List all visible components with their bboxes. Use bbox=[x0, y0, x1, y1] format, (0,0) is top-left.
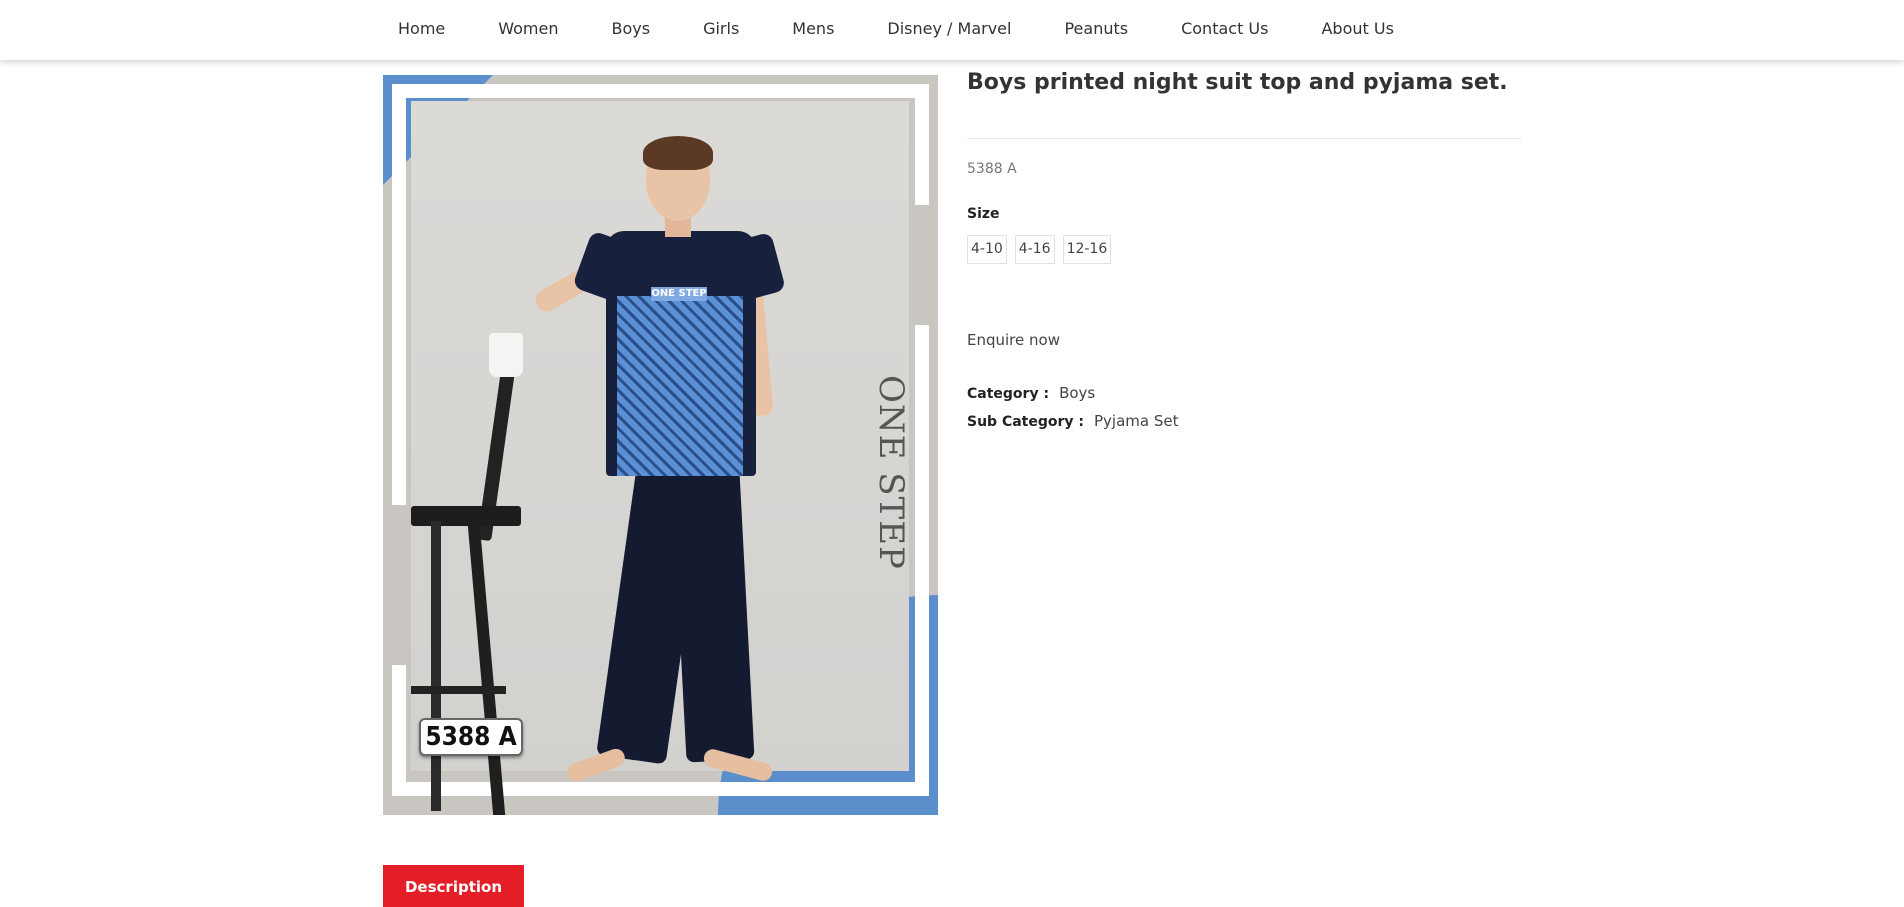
pyjama-leg-right bbox=[671, 469, 755, 763]
nav-girls[interactable]: Girls bbox=[703, 19, 739, 38]
nav-disney-marvel[interactable]: Disney / Marvel bbox=[887, 19, 1011, 38]
size-option-12-16[interactable]: 12-16 bbox=[1062, 235, 1112, 264]
nav-home[interactable]: Home bbox=[398, 19, 445, 38]
nav-boys[interactable]: Boys bbox=[612, 19, 651, 38]
chair-seat bbox=[411, 506, 521, 526]
subcategory-row: Sub Category : Pyjama Set bbox=[967, 412, 1179, 430]
subcategory-value[interactable]: Pyjama Set bbox=[1094, 412, 1179, 430]
top-navigation: Home Women Boys Girls Mens Disney / Marv… bbox=[0, 0, 1904, 60]
chest-logo: ONE STEP bbox=[651, 287, 707, 301]
size-options: 4-10 4-16 12-16 bbox=[967, 235, 1119, 264]
tab-description[interactable]: Description bbox=[383, 865, 524, 907]
cup bbox=[489, 333, 523, 377]
nav-contact-us[interactable]: Contact Us bbox=[1181, 19, 1268, 38]
model-photo: ONE STEP bbox=[411, 101, 909, 815]
nav-peanuts[interactable]: Peanuts bbox=[1064, 19, 1128, 38]
nav-menu: Home Women Boys Girls Mens Disney / Marv… bbox=[380, 0, 1429, 56]
nav-mens[interactable]: Mens bbox=[792, 19, 834, 38]
product-title: Boys printed night suit top and pyjama s… bbox=[967, 70, 1508, 95]
category-value[interactable]: Boys bbox=[1059, 384, 1095, 402]
product-image[interactable]: ONE STEP ONE STEP 5388 A bbox=[383, 75, 938, 815]
product-code-badge: 5388 A bbox=[419, 718, 523, 756]
category-row: Category : Boys bbox=[967, 384, 1095, 402]
nav-about-us[interactable]: About Us bbox=[1321, 19, 1393, 38]
enquire-now-link[interactable]: Enquire now bbox=[967, 331, 1060, 349]
size-label: Size bbox=[967, 206, 1000, 222]
divider bbox=[967, 138, 1522, 139]
product-sku: 5388 A bbox=[967, 161, 1017, 177]
chair-leg bbox=[467, 521, 507, 815]
size-option-4-10[interactable]: 4-10 bbox=[967, 235, 1007, 264]
t-shirt-print bbox=[617, 296, 743, 476]
chair-rung bbox=[411, 686, 506, 694]
subcategory-label: Sub Category : bbox=[967, 414, 1084, 430]
chair-leg bbox=[431, 521, 441, 811]
category-label: Category : bbox=[967, 386, 1050, 402]
nav-women[interactable]: Women bbox=[498, 19, 558, 38]
hair bbox=[643, 136, 713, 170]
brand-text: ONE STEP bbox=[871, 375, 911, 570]
size-option-4-16[interactable]: 4-16 bbox=[1014, 235, 1055, 264]
